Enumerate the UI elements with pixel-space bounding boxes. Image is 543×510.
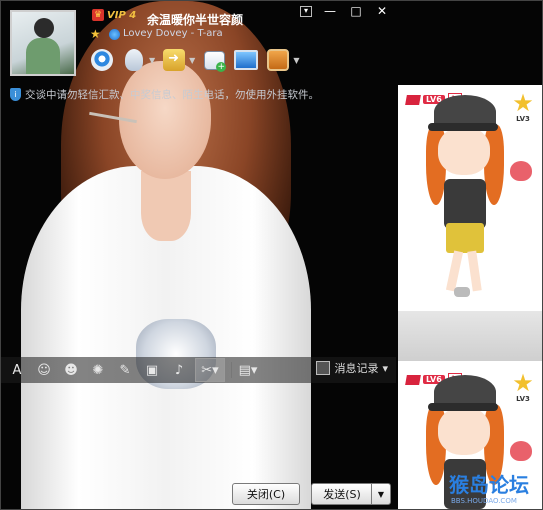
security-notice-text: 交谈中请勿轻信汇款、中奖信息、陌生电话，勿使用外挂软件。: [25, 89, 319, 101]
music-status-icon: [109, 29, 120, 40]
show-panel: LV6 年 ★ LV3 LV6 年 ★ L: [398, 85, 542, 509]
contact-avatar[interactable]: [10, 10, 76, 76]
vip-crown-icon: ♛: [92, 9, 104, 21]
compose-toolbar: A ☺ ☻ ✺ ✎ ▣ ♪ ✂▾ ▤▾ 消息记录 ▾: [1, 357, 396, 383]
history-icon: [316, 361, 331, 375]
emoji-icon[interactable]: ☺: [33, 359, 55, 381]
heart-icon: [510, 161, 532, 181]
send-file-button[interactable]: [161, 47, 187, 73]
camera-icon: [91, 49, 113, 71]
forum-watermark: 猴岛论坛 BBS.HOUDAO.COM: [449, 469, 542, 509]
toolbar-divider: [231, 362, 232, 378]
contact-qq-show[interactable]: LV6 年 ★ LV3: [398, 85, 542, 307]
cartoon-avatar: [420, 95, 510, 305]
picture-icon[interactable]: ▣: [141, 359, 163, 381]
chat-window: ♛ VIP 4 余温暖你半世容颜 ★ Lovey Dovey - T-ara ▼…: [0, 0, 543, 510]
vip-badge[interactable]: ♛ VIP 4: [92, 9, 136, 21]
message-history-label: 消息记录: [334, 362, 379, 375]
chevron-down-icon: ▾: [382, 361, 388, 375]
microphone-icon: [125, 49, 143, 71]
plus-icon: +: [216, 62, 227, 72]
close-chat-button[interactable]: 关闭(C): [232, 483, 300, 505]
remote-assist-button[interactable]: [233, 47, 259, 73]
contact-nickname[interactable]: 余温暖你半世容颜: [147, 11, 243, 28]
star-level-badge: ★ LV3: [510, 91, 536, 123]
create-discussion-button[interactable]: +: [201, 47, 227, 73]
send-button[interactable]: 发送(S): [311, 483, 372, 505]
heart-icon: [510, 441, 532, 461]
screenshot-icon[interactable]: ✂▾: [195, 358, 225, 382]
security-notice: i 交谈中请勿轻信汇款、中奖信息、陌生电话，勿使用外挂软件。: [10, 87, 319, 102]
handwrite-icon[interactable]: ✎: [114, 359, 136, 381]
contact-signature[interactable]: Lovey Dovey - T-ara: [123, 28, 223, 39]
watermark-url: BBS.HOUDAO.COM: [451, 497, 517, 505]
star-icon: ★: [90, 27, 101, 41]
send-file-dropdown[interactable]: ▼: [189, 56, 195, 65]
window-controls: ▾ — □ ✕: [300, 4, 390, 18]
voice-call-button[interactable]: [121, 47, 147, 73]
minimize-button[interactable]: —: [322, 4, 338, 18]
panel-divider: [398, 311, 542, 361]
app-button[interactable]: [265, 47, 291, 73]
diamond-icon: [405, 374, 421, 385]
magic-face-icon[interactable]: ☻: [60, 359, 82, 381]
file-transfer-icon: [163, 49, 186, 71]
send-options-dropdown[interactable]: ▼: [371, 483, 391, 505]
diamond-icon: [405, 94, 421, 105]
star-level-badge: ★ LV3: [510, 371, 536, 403]
music-icon[interactable]: ♪: [168, 359, 190, 381]
shield-icon: i: [10, 88, 21, 101]
gold-star-icon: ★: [512, 369, 534, 397]
close-window-button[interactable]: ✕: [374, 4, 390, 18]
app-dropdown[interactable]: ▼: [293, 56, 299, 65]
monitor-icon: [234, 50, 259, 70]
clipboard-icon[interactable]: ▤▾: [237, 359, 259, 381]
menu-button[interactable]: ▾: [300, 6, 312, 17]
video-call-button[interactable]: [89, 47, 115, 73]
message-history-button[interactable]: 消息记录 ▾: [316, 360, 388, 376]
chat-header: ♛ VIP 4 余温暖你半世容颜 ★ Lovey Dovey - T-ara ▼…: [1, 1, 396, 81]
voice-call-dropdown[interactable]: ▼: [149, 56, 155, 65]
chat-toolbar: ▼ ▼ + ▼: [89, 47, 299, 73]
vip-label: VIP 4: [107, 9, 137, 21]
maximize-button[interactable]: □: [348, 4, 364, 18]
shake-icon[interactable]: ✺: [87, 359, 109, 381]
font-icon[interactable]: A: [6, 359, 28, 381]
app-box-icon: [267, 49, 290, 71]
gold-star-icon: ★: [512, 89, 534, 117]
watermark-title: 猴岛论坛: [449, 473, 529, 497]
